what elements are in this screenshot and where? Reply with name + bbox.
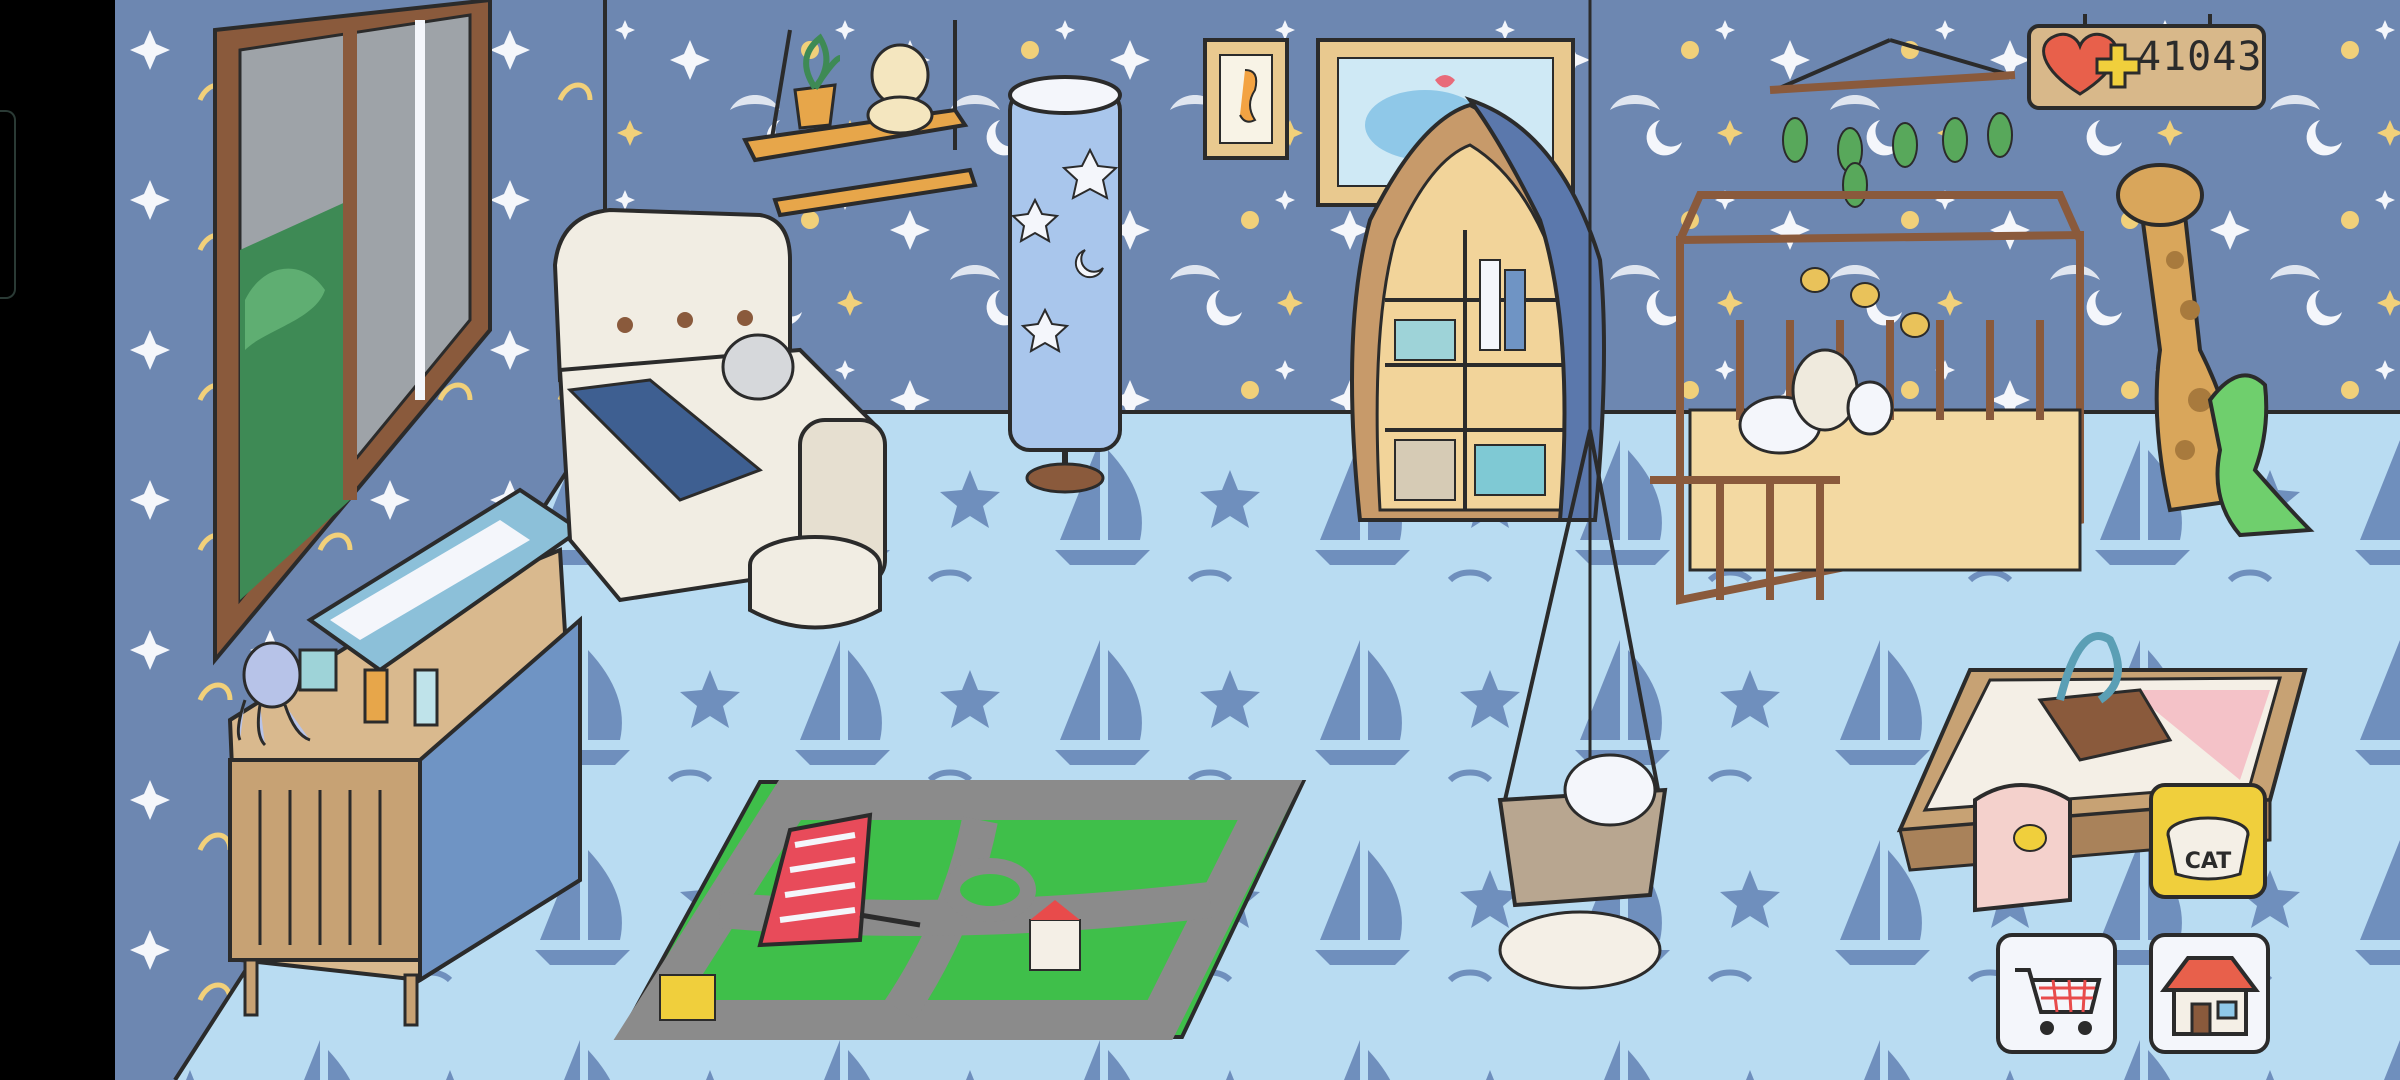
home-button[interactable] — [2148, 932, 2271, 1055]
screen-notch — [0, 110, 16, 299]
cat-food-button[interactable]: CAT — [2148, 782, 2268, 900]
hearts-value: 41043 — [2137, 34, 2263, 80]
shop-button[interactable] — [1995, 932, 2118, 1055]
duck-stool[interactable] — [1973, 783, 2072, 913]
nursery-room — [115, 0, 2400, 1080]
shopping-cart-icon — [1996, 933, 2117, 1054]
ottoman[interactable] — [748, 535, 882, 630]
cat-bowl-icon: CAT — [2149, 783, 2267, 899]
screen-left-edge — [0, 0, 115, 1080]
game-scene: 41043 CAT — [0, 0, 2400, 1080]
house-icon — [2149, 933, 2270, 1054]
cat-bowl-label: CAT — [2185, 849, 2231, 874]
star-floor-lamp[interactable] — [1008, 75, 1122, 494]
hearts-counter[interactable]: 41043 — [2025, 14, 2270, 112]
seahorse-frame[interactable] — [1203, 38, 1289, 160]
